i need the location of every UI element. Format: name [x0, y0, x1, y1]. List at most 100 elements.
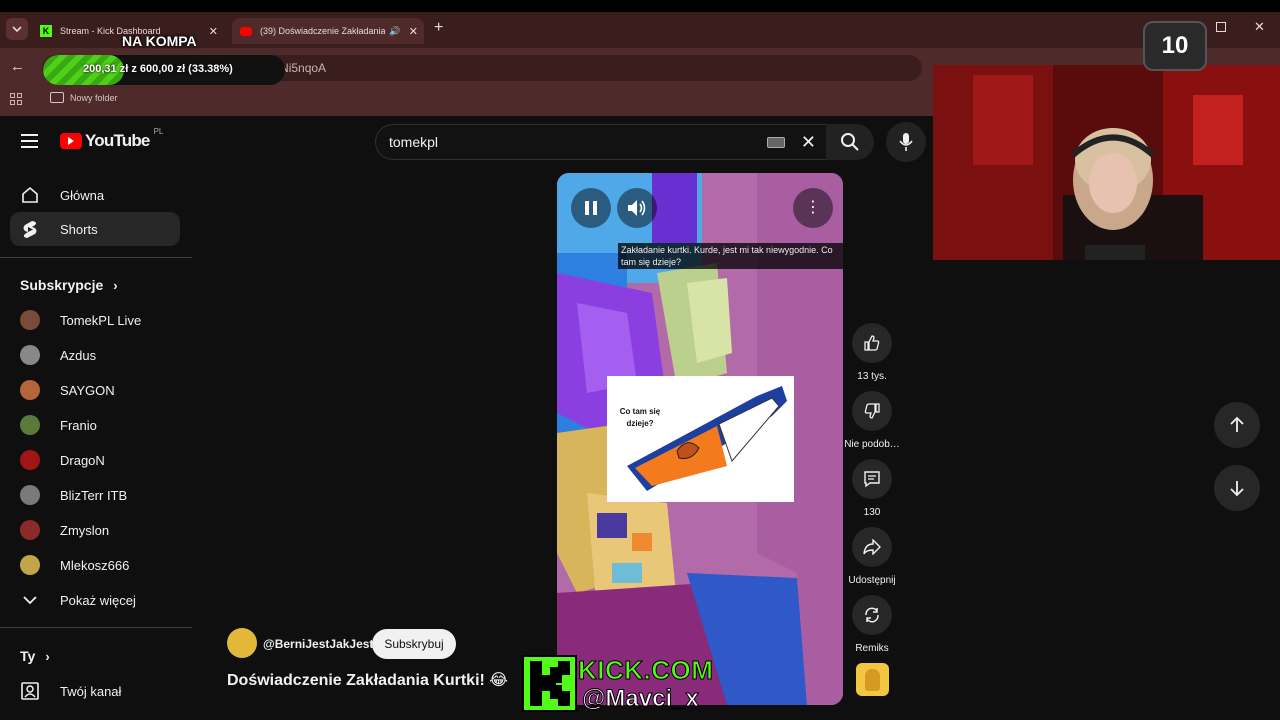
- sidebar-item-your-channel[interactable]: Twój kanał: [20, 676, 190, 706]
- sidebar-subscription[interactable]: Azdus: [20, 340, 190, 370]
- pause-button[interactable]: [571, 188, 611, 228]
- keyboard-icon[interactable]: [766, 136, 785, 148]
- subscribe-button[interactable]: Subskrybuj: [372, 629, 456, 659]
- sidebar-subscription[interactable]: Zmyslon: [20, 515, 190, 545]
- donation-goal-bar: 200,31 zł z 600,00 zł (33.38%): [43, 55, 285, 85]
- subscriptions-header[interactable]: Subskrypcje ›: [20, 277, 118, 293]
- chevron-right-icon: ›: [113, 277, 118, 293]
- comment-icon: [864, 471, 880, 488]
- sidebar-item-home[interactable]: Główna: [10, 178, 180, 212]
- avatar: [20, 450, 40, 470]
- close-icon[interactable]: ✕: [409, 25, 424, 38]
- you-section-header[interactable]: Ty ›: [20, 648, 50, 664]
- drawing-panel: Co tam się dzieje?: [607, 376, 794, 502]
- region-code: PL: [153, 127, 164, 136]
- kick-handle-text: @Mavci_x: [582, 685, 700, 713]
- avatar: [20, 380, 40, 400]
- avatar: [20, 345, 40, 365]
- sleeve-drawing-icon: [627, 386, 787, 491]
- comments-button[interactable]: [852, 459, 892, 499]
- dislike-button[interactable]: [852, 391, 892, 431]
- folder-icon: [50, 92, 64, 103]
- sidebar-item-shorts[interactable]: Shorts: [10, 212, 180, 246]
- back-arrow-icon[interactable]: ←: [10, 58, 25, 75]
- sidebar-subscription[interactable]: Franio: [20, 410, 190, 440]
- clear-search-icon[interactable]: ✕: [801, 132, 816, 153]
- webcam-feed: [933, 65, 1280, 260]
- comment-count: 130: [863, 507, 881, 518]
- search-box[interactable]: tomekpl ✕: [375, 124, 827, 160]
- subscription-name: Mlekosz666: [60, 557, 130, 573]
- remix-label: Remiks: [855, 643, 889, 654]
- search-button[interactable]: [826, 124, 874, 160]
- video-caption: Zakładanie kurtki. Kurde, jest mi tak ni…: [618, 243, 843, 269]
- remix-icon: [865, 607, 879, 623]
- voice-search-button[interactable]: [886, 122, 926, 162]
- bookmark-folder-label: Nowy folder: [70, 92, 118, 103]
- remix-button[interactable]: [852, 595, 892, 635]
- kick-site-text: KICK.COM: [577, 655, 714, 686]
- subscriptions-title: Subskrypcje: [20, 277, 104, 293]
- like-button[interactable]: [852, 323, 892, 363]
- tab-youtube-short[interactable]: (39) Doświadczenie Zakładania K 🔊 ✕: [232, 18, 424, 44]
- search-input[interactable]: tomekpl: [389, 134, 438, 150]
- close-icon[interactable]: ✕: [209, 25, 224, 38]
- kick-branding: KICK.COM @Mavci_x: [522, 655, 762, 715]
- pause-icon: [585, 201, 597, 215]
- subscription-name: BlizTerr ITB: [60, 487, 128, 503]
- arrow-down-icon: [1230, 481, 1244, 497]
- volume-button[interactable]: [617, 188, 657, 228]
- speaker-icon[interactable]: 🔊: [389, 26, 400, 37]
- youtube-logo[interactable]: YouTube PL: [60, 127, 163, 151]
- new-tab-button[interactable]: +: [434, 19, 443, 37]
- arrow-up-icon: [1230, 416, 1244, 432]
- apps-grid-icon[interactable]: [10, 93, 22, 105]
- chevron-down-icon: [23, 596, 37, 605]
- close-window-icon[interactable]: ✕: [1254, 19, 1265, 35]
- next-short-button[interactable]: [1214, 465, 1260, 511]
- share-icon: [863, 539, 881, 555]
- sidebar-item-label: Główna: [60, 187, 105, 203]
- chevron-down-icon: [12, 26, 22, 33]
- sidebar-subscription[interactable]: DragoN: [20, 445, 190, 475]
- sidebar-subscription[interactable]: TomekPL Live: [20, 305, 190, 335]
- viewer-count-badge: 10: [1143, 21, 1207, 71]
- sidebar-subscription[interactable]: BlizTerr ITB: [20, 480, 190, 510]
- thumbs-up-icon: [864, 335, 880, 351]
- kick-logo-icon: [522, 655, 577, 712]
- search-icon: [841, 133, 859, 151]
- share-button[interactable]: [852, 527, 892, 567]
- sidebar-divider: [0, 627, 192, 628]
- sidebar-subscription[interactable]: SAYGON: [20, 375, 190, 405]
- short-title: Doświadczenie Zakładania Kurtki! 😂: [227, 672, 508, 689]
- more-vertical-icon: ⋮: [805, 199, 821, 216]
- channel-handle[interactable]: @BerniJestJakJest: [263, 637, 373, 651]
- show-more-button[interactable]: Pokaż więcej: [20, 585, 190, 615]
- your-channel-label: Twój kanał: [60, 683, 122, 699]
- subscription-name: TomekPL Live: [60, 312, 142, 328]
- youtube-logo-text: YouTube: [85, 131, 150, 150]
- microphone-icon: [899, 133, 913, 151]
- subscription-name: DragoN: [60, 452, 105, 468]
- shorts-icon: [20, 219, 40, 239]
- sidebar-divider: [0, 257, 192, 258]
- youtube-favicon-icon: [240, 26, 252, 36]
- youtube-play-icon: [60, 133, 82, 149]
- show-more-label: Pokaż więcej: [60, 592, 136, 608]
- tab-title: (39) Doświadczenie Zakładania K: [260, 26, 385, 36]
- sound-thumbnail[interactable]: [856, 663, 889, 696]
- menu-icon[interactable]: [21, 134, 38, 148]
- avatar: [20, 520, 40, 540]
- sidebar-subscription[interactable]: Mlekosz666: [20, 550, 190, 580]
- short-video-player[interactable]: Zakładanie kurtki. Kurde, jest mi tak ni…: [557, 173, 843, 705]
- home-icon: [20, 185, 40, 205]
- subscription-name: SAYGON: [60, 382, 115, 398]
- bookmark-folder[interactable]: Nowy folder: [50, 92, 118, 103]
- more-options-button[interactable]: ⋮: [793, 188, 833, 228]
- previous-short-button[interactable]: [1214, 402, 1260, 448]
- you-title: Ty: [20, 648, 36, 664]
- channel-avatar[interactable]: [227, 628, 257, 658]
- subscription-name: Franio: [60, 417, 97, 433]
- tab-search-button[interactable]: [6, 18, 28, 40]
- restore-icon[interactable]: [1216, 22, 1226, 32]
